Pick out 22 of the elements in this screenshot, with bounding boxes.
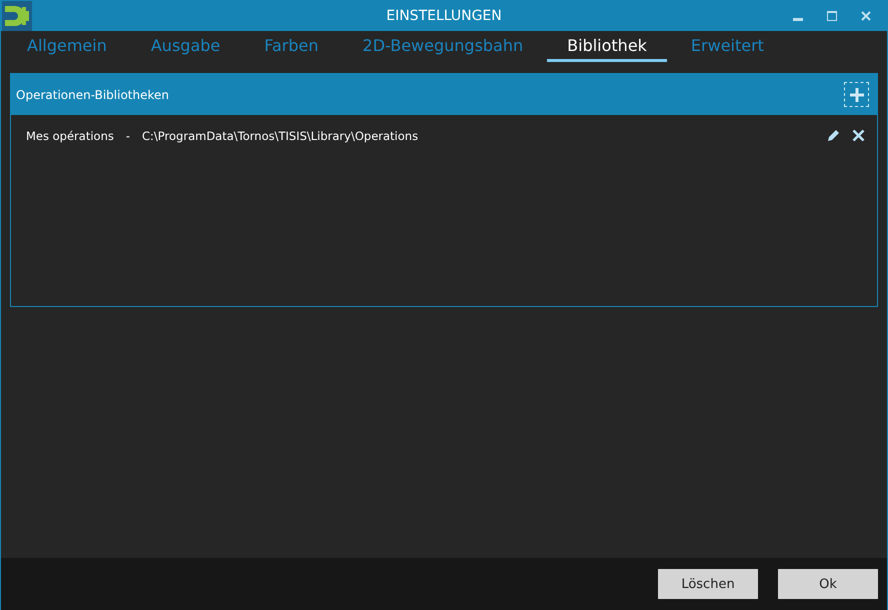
- dialog-button[interactable]: Ok: [778, 569, 878, 599]
- add-button[interactable]: [844, 82, 869, 107]
- tab[interactable]: Erweitert: [670, 31, 784, 62]
- library-name: Mes opérations: [26, 129, 114, 143]
- tab[interactable]: Farben: [244, 31, 339, 62]
- pencil-icon: [826, 129, 840, 143]
- plus-icon: [850, 88, 864, 102]
- close-icon: [861, 10, 871, 20]
- window-title: EINSTELLUNGEN: [386, 8, 502, 24]
- panel-title: Operationen-Bibliotheken: [16, 88, 170, 102]
- minimize-icon: [793, 18, 803, 20]
- tab[interactable]: Ausgabe: [130, 31, 240, 62]
- tab[interactable]: 2D-Bewegungsbahn: [342, 31, 544, 62]
- library-path: C:\ProgramData\Tornos\TISIS\Library\Operations: [142, 129, 418, 143]
- maximize-icon: [827, 10, 837, 20]
- delete-button[interactable]: [852, 129, 865, 143]
- close-icon: [852, 129, 865, 142]
- separator-dash: -: [126, 129, 130, 143]
- edit-button[interactable]: [826, 129, 840, 143]
- dialog-button[interactable]: Löschen: [658, 569, 758, 599]
- tab[interactable]: Allgemein: [7, 31, 127, 62]
- tab[interactable]: Bibliothek: [547, 31, 667, 62]
